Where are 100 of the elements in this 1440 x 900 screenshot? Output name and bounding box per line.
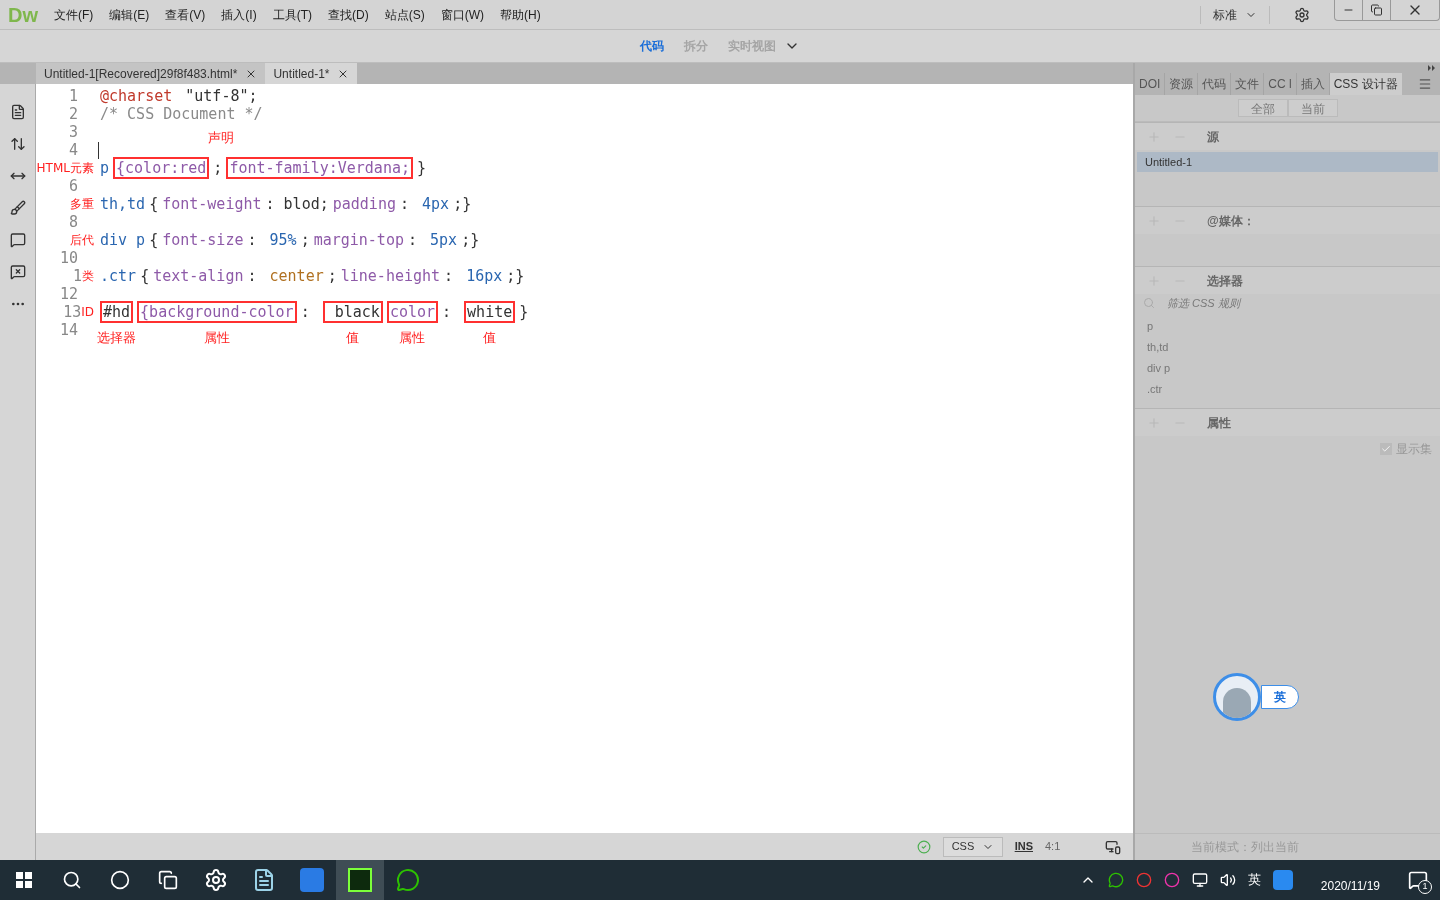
- section-title: @媒体：: [1207, 212, 1255, 230]
- code-token: /* CSS Document */: [99, 104, 264, 125]
- workspace-dropdown[interactable]: 标准: [1200, 5, 1270, 24]
- collapse-icon[interactable]: [1428, 65, 1436, 71]
- code-token: ;}: [452, 194, 473, 215]
- section-title: 属性: [1207, 414, 1231, 432]
- search-icon: [1143, 297, 1155, 309]
- panel-tab[interactable]: 代码: [1198, 73, 1232, 95]
- brush-icon[interactable]: [9, 200, 26, 216]
- code-token: color: [386, 301, 439, 323]
- code-token: 4px: [421, 194, 451, 215]
- line-number: 12: [59, 285, 79, 303]
- insert-mode[interactable]: INS: [1014, 838, 1033, 855]
- annotation-label: 选择器: [97, 329, 137, 347]
- settings-icon[interactable]: [1294, 6, 1310, 23]
- menu-item[interactable]: 窗口(W): [432, 5, 492, 24]
- menu-item[interactable]: 工具(T): [264, 5, 320, 24]
- annotation-label: 类: [82, 268, 94, 285]
- line-number: 4: [68, 141, 79, 159]
- line-number: 1: [68, 87, 79, 105]
- line-number: 13: [63, 303, 82, 321]
- comment-icon[interactable]: [9, 232, 26, 248]
- date-label[interactable]: 2020/11/19: [1320, 877, 1380, 895]
- panel-tab[interactable]: CC l: [1264, 73, 1297, 95]
- search-icon[interactable]: [62, 870, 82, 890]
- line-number: 1: [72, 267, 82, 285]
- code-token: :: [246, 266, 258, 287]
- menu-icon[interactable]: [1418, 77, 1432, 91]
- menu-item[interactable]: 查找(D): [320, 5, 377, 24]
- code-token: font-family:Verdana;: [226, 157, 413, 179]
- code-token: th,td: [99, 194, 147, 215]
- menu-item[interactable]: 插入(I): [213, 5, 265, 24]
- app-logo: Dw: [7, 2, 39, 28]
- line-number: 14: [59, 321, 79, 339]
- menu-item[interactable]: 编辑(E): [101, 5, 158, 24]
- ime-language[interactable]: 英: [1261, 685, 1299, 709]
- network-icon[interactable]: [1191, 872, 1208, 888]
- annotation-label: 后代: [70, 232, 94, 249]
- remove-comment-icon[interactable]: [9, 264, 26, 280]
- source-item[interactable]: Untitled-1: [1137, 152, 1438, 172]
- panel-tab[interactable]: 资源: [1165, 73, 1199, 95]
- language-dropdown[interactable]: CSS: [942, 836, 1003, 857]
- notepad-icon[interactable]: [252, 868, 276, 892]
- code-token: 95%: [268, 230, 298, 251]
- code-token: }: [518, 302, 530, 323]
- annotation-label: 值: [483, 329, 497, 347]
- ime-avatar[interactable]: [1213, 673, 1261, 721]
- code-token: div p: [99, 230, 147, 251]
- code-token: 16px: [465, 266, 504, 287]
- sort-icon[interactable]: [9, 136, 26, 152]
- document-tab[interactable]: Untitled-1[Recovered]29f8f483.html*: [36, 63, 266, 84]
- code-token: :: [443, 266, 455, 287]
- annotation-label: 属性: [203, 329, 230, 347]
- document-icon[interactable]: [9, 104, 26, 120]
- annotation-label: HTML元素: [36, 160, 94, 177]
- annotation-label: 属性: [399, 329, 426, 347]
- code-token: ;}: [460, 230, 481, 251]
- app-tray-icon[interactable]: [1272, 870, 1293, 890]
- document-tab[interactable]: Untitled-1*: [265, 63, 358, 84]
- code-token: :: [246, 230, 258, 251]
- code-token: 5px: [429, 230, 459, 251]
- menu-item[interactable]: 站点(S): [376, 5, 433, 24]
- preview-icon[interactable]: [1105, 838, 1121, 855]
- code-token: margin-top: [312, 230, 405, 251]
- annotation-label: 声明: [208, 129, 235, 147]
- notification-icon: [1408, 870, 1428, 890]
- code-token: #hd: [100, 301, 134, 323]
- input-language[interactable]: 英: [1247, 870, 1261, 890]
- volume-icon[interactable]: [1219, 872, 1236, 888]
- task-view-icon[interactable]: [158, 870, 178, 890]
- code-token: {: [148, 194, 160, 215]
- menu-item[interactable]: 帮助(H): [492, 5, 549, 24]
- checkbox[interactable]: [1380, 443, 1392, 455]
- filter-field[interactable]: 筛选 CSS 规则: [1167, 294, 1327, 312]
- notification-button[interactable]: 1: [1408, 870, 1428, 890]
- code-token: : blod;: [264, 194, 330, 215]
- code-token: {background-color: [137, 301, 297, 323]
- panel-tab[interactable]: 文件: [1231, 73, 1265, 95]
- chat-icon[interactable]: [396, 868, 420, 892]
- panel-tab[interactable]: DOI: [1135, 73, 1166, 95]
- code-token: :: [441, 302, 453, 323]
- menu-item[interactable]: 文件(F): [46, 5, 102, 24]
- code-token: black: [322, 301, 383, 323]
- code-token: text-align: [152, 266, 245, 287]
- panel-tab[interactable]: CSS 设计器: [1329, 73, 1402, 95]
- circle-icon[interactable]: [110, 870, 130, 890]
- code-token: .ctr: [99, 266, 138, 287]
- line-number: 6: [68, 177, 79, 195]
- chat-icon[interactable]: [1107, 872, 1124, 888]
- code-token: {: [148, 230, 160, 251]
- start-icon[interactable]: [16, 872, 32, 888]
- code-token: ;: [212, 158, 224, 179]
- section-title: 选择器: [1207, 272, 1243, 290]
- menu-item[interactable]: 查看(V): [157, 5, 214, 24]
- notification-count: 1: [1418, 880, 1432, 894]
- code-token: ;}: [505, 266, 526, 287]
- code-token: {color:red: [113, 157, 210, 179]
- code-token: }: [416, 158, 428, 179]
- panel-tab[interactable]: 插入: [1296, 73, 1330, 95]
- annotation-label: ID: [81, 304, 94, 321]
